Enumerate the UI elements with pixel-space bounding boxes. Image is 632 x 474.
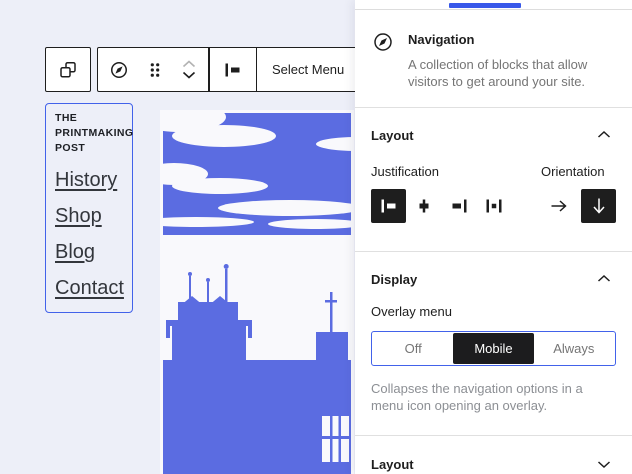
site-title-line: THE [55, 111, 128, 126]
orientation-control: Orientation [541, 164, 616, 223]
justify-left-icon [377, 194, 401, 218]
orientation-options [541, 189, 616, 223]
move-down-icon[interactable] [179, 70, 199, 81]
block-card-description: A collection of blocks that allow visito… [408, 56, 616, 90]
display-panel: Display Overlay menu Off Mobile Always C… [355, 252, 632, 436]
justify-space-between-icon [482, 194, 506, 218]
justify-center-button[interactable] [406, 189, 441, 223]
layout-panel-body: Justification [355, 156, 632, 251]
justify-right-button[interactable] [441, 189, 476, 223]
nav-link-shop[interactable]: Shop [55, 205, 128, 228]
nav-link-contact[interactable]: Contact [55, 277, 128, 300]
nav-link-blog[interactable]: Blog [55, 241, 128, 264]
display-panel-header[interactable]: Display [355, 252, 632, 300]
justification-label: Justification [371, 164, 511, 179]
orientation-horizontal-button[interactable] [541, 189, 576, 223]
orientation-label: Orientation [541, 164, 616, 179]
layout-panel-title: Layout [371, 128, 414, 143]
drag-handle[interactable] [140, 48, 170, 91]
select-parent-button[interactable] [46, 48, 90, 91]
justify-left-button[interactable] [371, 189, 406, 223]
arrow-right-icon [547, 194, 571, 218]
justify-right-icon [447, 194, 471, 218]
block-card: Navigation A collection of blocks that a… [355, 10, 632, 108]
justification-toolbar-button[interactable] [210, 48, 256, 91]
nav-link-history[interactable]: History [55, 169, 128, 192]
orientation-vertical-button[interactable] [581, 189, 616, 223]
select-menu-label: Select Menu [272, 62, 344, 77]
bottom-layout-panel-header[interactable]: Layout [355, 436, 632, 474]
active-tab-indicator [449, 3, 521, 8]
bottom-layout-panel: Layout [355, 436, 632, 474]
justification-options [371, 189, 511, 223]
block-toolbar-parent-group [45, 47, 91, 92]
display-panel-body: Overlay menu Off Mobile Always Collapses… [355, 300, 632, 435]
arrow-down-icon [587, 194, 611, 218]
overlay-menu-label: Overlay menu [371, 304, 616, 319]
justify-left-icon [221, 58, 245, 82]
drag-handle-icon [143, 58, 167, 82]
layout-panel-header[interactable]: Layout [355, 108, 632, 156]
justify-space-between-button[interactable] [476, 189, 511, 223]
navigation-block-selected[interactable]: THE PRINTMAKING POST History Shop Blog C… [45, 103, 133, 313]
overlay-mobile-option[interactable]: Mobile [453, 333, 533, 364]
chevron-up-icon [592, 123, 616, 147]
nav-link-list: History Shop Blog Contact [55, 169, 128, 300]
navigation-block-icon [107, 58, 131, 82]
justify-center-icon [412, 194, 436, 218]
layout-panel: Layout Justification [355, 108, 632, 252]
site-title: THE PRINTMAKING POST [55, 111, 128, 156]
block-mover [170, 48, 208, 91]
overlay-off-option[interactable]: Off [373, 333, 453, 364]
bottom-layout-panel-title: Layout [371, 457, 414, 472]
select-menu-button[interactable]: Select Menu [257, 48, 368, 91]
site-title-line: PRINTMAKING [55, 126, 128, 141]
navigation-block-icon [371, 30, 395, 54]
overlay-always-option[interactable]: Always [534, 333, 614, 364]
chevron-down-icon [592, 452, 616, 474]
chevron-up-icon [592, 267, 616, 291]
justification-control: Justification [371, 164, 511, 223]
block-settings-sidebar: Navigation A collection of blocks that a… [355, 0, 632, 474]
overlay-menu-toggle-group: Off Mobile Always [371, 331, 616, 366]
site-title-line: POST [55, 141, 128, 156]
move-up-icon[interactable] [179, 58, 199, 69]
overlay-menu-help-text: Collapses the navigation options in a me… [371, 380, 616, 414]
block-card-title: Navigation [408, 30, 616, 47]
navigation-block-button[interactable] [98, 48, 140, 91]
block-toolbar: Select Menu [97, 47, 369, 92]
sidebar-tabs-strip [355, 0, 632, 10]
display-panel-title: Display [371, 272, 417, 287]
editor-canvas: Select Menu THE PRINTMAKING POST History… [0, 0, 355, 474]
site-preview-illustration [160, 110, 354, 474]
block-card-text: Navigation A collection of blocks that a… [408, 30, 616, 90]
select-parent-icon [56, 58, 80, 82]
